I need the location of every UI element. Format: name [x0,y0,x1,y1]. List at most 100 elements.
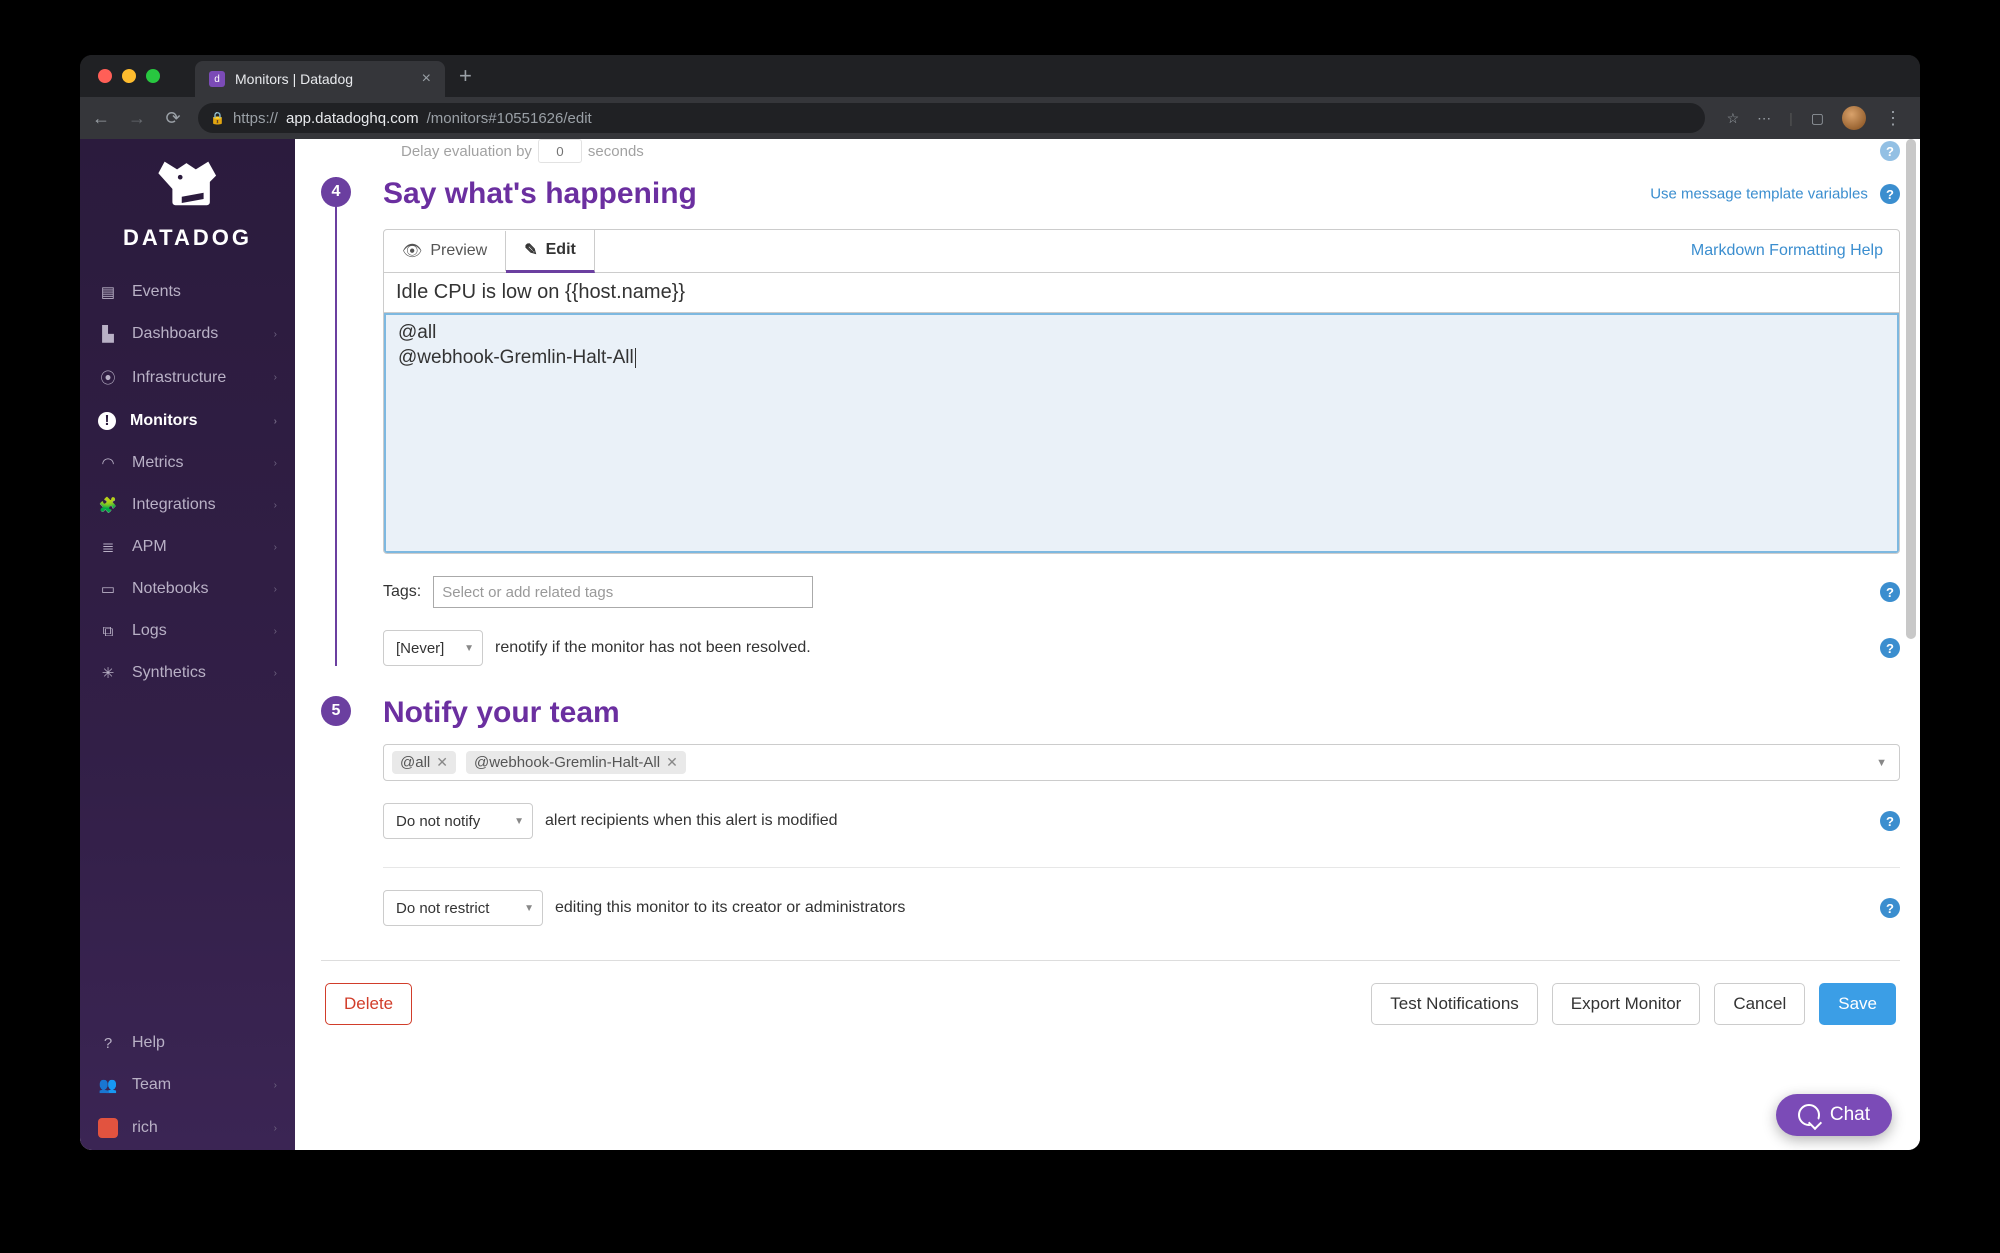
section-title: Notify your team [383,696,620,730]
section-notify-team: 5 Notify your team @all ✕ @webhook-Greml… [321,696,1900,926]
tab-preview[interactable]: 👁 Preview [384,231,506,271]
renotify-text: renotify if the monitor has not been res… [495,639,811,657]
sidebar-item-label: Notebooks [132,580,209,598]
modify-notify-select[interactable]: Do not notify [383,803,533,839]
editor-tabs: 👁 Preview ✎ Edit Markdown Formatting Hel… [384,230,1899,273]
message-line: @webhook-Gremlin-Halt-All [398,347,634,368]
sidebar-item-synthetics[interactable]: ✳ Synthetics › [80,652,295,694]
browser-menu-icon[interactable]: ⋮ [1884,108,1902,129]
text-cursor [635,348,636,368]
cast-icon[interactable]: ▢ [1811,110,1824,127]
tags-placeholder: Select or add related tags [442,584,613,601]
message-editor: 👁 Preview ✎ Edit Markdown Formatting Hel… [383,229,1900,554]
renotify-row: [Never] renotify if the monitor has not … [383,630,1900,666]
sidebar-item-label: Infrastructure [132,369,226,387]
message-line: @all [398,321,1885,346]
remove-icon[interactable]: ✕ [436,754,448,771]
remove-icon[interactable]: ✕ [666,754,678,771]
browser-toolbar: ← → ⟳ 🔒 https://app.datadoghq.com/monito… [80,97,1920,139]
recipient-pill[interactable]: @webhook-Gremlin-Halt-All ✕ [466,751,686,774]
section-say-whats-happening: 4 Say what's happening Use message templ… [321,177,1900,666]
chevron-right-icon: › [274,458,277,469]
help-icon[interactable]: ? [1880,898,1900,918]
sidebar-item-metrics[interactable]: ◠ Metrics › [80,442,295,484]
forward-button[interactable]: → [126,108,148,129]
tags-input[interactable]: Select or add related tags [433,576,813,608]
extensions-icon[interactable]: ⋯ [1757,110,1771,127]
help-icon: ? [98,1035,118,1052]
test-notifications-button[interactable]: Test Notifications [1371,983,1538,1025]
markdown-help-link[interactable]: Markdown Formatting Help [1675,232,1899,270]
sidebar-item-help[interactable]: ? Help [80,1022,295,1064]
renotify-select[interactable]: [Never] [383,630,483,666]
message-subject-input[interactable]: Idle CPU is low on {{host.name}} [384,273,1899,313]
export-monitor-button[interactable]: Export Monitor [1552,983,1701,1025]
browser-tabbar: d Monitors | Datadog × + [80,55,1920,97]
sidebar-item-notebooks[interactable]: ▭ Notebooks › [80,568,295,610]
pill-label: @webhook-Gremlin-Halt-All [474,754,660,771]
sidebar-item-integrations[interactable]: 🧩 Integrations › [80,484,295,526]
select-value: Do not notify [396,813,480,830]
message-body-textarea[interactable]: @all @webhook-Gremlin-Halt-All [384,313,1899,553]
help-icon[interactable]: ? [1880,141,1900,161]
delay-prefix: Delay evaluation by [401,143,532,160]
help-icon[interactable]: ? [1880,184,1900,204]
help-icon[interactable]: ? [1880,638,1900,658]
dashboards-icon: ▙ [98,325,118,343]
step-line [335,177,337,666]
sidebar-item-infrastructure[interactable]: ⦿ Infrastructure › [80,355,295,400]
logo[interactable]: DATADOG [80,153,295,251]
sidebar-item-events[interactable]: ▤ Events [80,271,295,313]
tab-title: Monitors | Datadog [235,71,353,87]
sidebar-item-label: Team [132,1076,171,1094]
sidebar-item-label: Dashboards [132,325,218,343]
close-window-icon[interactable] [98,69,112,83]
sidebar: DATADOG ▤ Events ▙ Dashboards › ⦿ Infras… [80,139,295,1150]
delay-value-input[interactable] [538,139,582,163]
sidebar-item-label: Metrics [132,454,184,472]
recipients-input[interactable]: @all ✕ @webhook-Gremlin-Halt-All ✕ [383,744,1900,781]
tab-edit[interactable]: ✎ Edit [506,230,595,273]
sidebar-item-logs[interactable]: ⧉ Logs › [80,610,295,652]
back-button[interactable]: ← [90,108,112,129]
scrollbar-thumb[interactable] [1906,139,1916,639]
window-controls [98,69,160,83]
sidebar-item-label: APM [132,538,167,556]
chat-widget[interactable]: Chat [1776,1094,1892,1136]
logs-icon: ⧉ [98,623,118,640]
sidebar-item-monitors[interactable]: ! Monitors › [80,400,295,442]
apm-icon: ≣ [98,538,118,556]
sidebar-item-user[interactable]: rich › [80,1106,295,1150]
tags-label: Tags: [383,583,421,601]
close-tab-icon[interactable]: × [422,70,431,88]
scrollbar-track[interactable] [1904,139,1918,1150]
delay-suffix: seconds [588,143,644,160]
save-button[interactable]: Save [1819,983,1896,1025]
restrict-select[interactable]: Do not restrict [383,890,543,926]
chevron-right-icon: › [274,500,277,511]
chevron-right-icon: › [274,668,277,679]
template-variables-link[interactable]: Use message template variables [1650,186,1868,203]
favicon-icon: d [209,71,225,87]
help-icon[interactable]: ? [1880,811,1900,831]
reload-button[interactable]: ⟳ [162,108,184,129]
toolbar-right: ☆ ⋯ | ▢ ⋮ [1719,106,1910,130]
sidebar-item-dashboards[interactable]: ▙ Dashboards › [80,313,295,355]
sidebar-item-team[interactable]: 👥 Team › [80,1064,295,1106]
profile-avatar[interactable] [1842,106,1866,130]
sidebar-item-apm[interactable]: ≣ APM › [80,526,295,568]
delete-button[interactable]: Delete [325,983,412,1025]
chevron-right-icon: › [274,1080,277,1091]
help-icon[interactable]: ? [1880,582,1900,602]
star-icon[interactable]: ☆ [1727,110,1740,127]
new-tab-button[interactable]: + [445,63,486,89]
recipient-pill[interactable]: @all ✕ [392,751,456,774]
sidebar-item-label: Logs [132,622,167,640]
minimize-window-icon[interactable] [122,69,136,83]
browser-tab[interactable]: d Monitors | Datadog × [195,61,445,97]
zoom-window-icon[interactable] [146,69,160,83]
cancel-button[interactable]: Cancel [1714,983,1805,1025]
address-bar[interactable]: 🔒 https://app.datadoghq.com/monitors#105… [198,103,1705,133]
events-icon: ▤ [98,283,118,301]
chat-icon [1798,1104,1820,1126]
